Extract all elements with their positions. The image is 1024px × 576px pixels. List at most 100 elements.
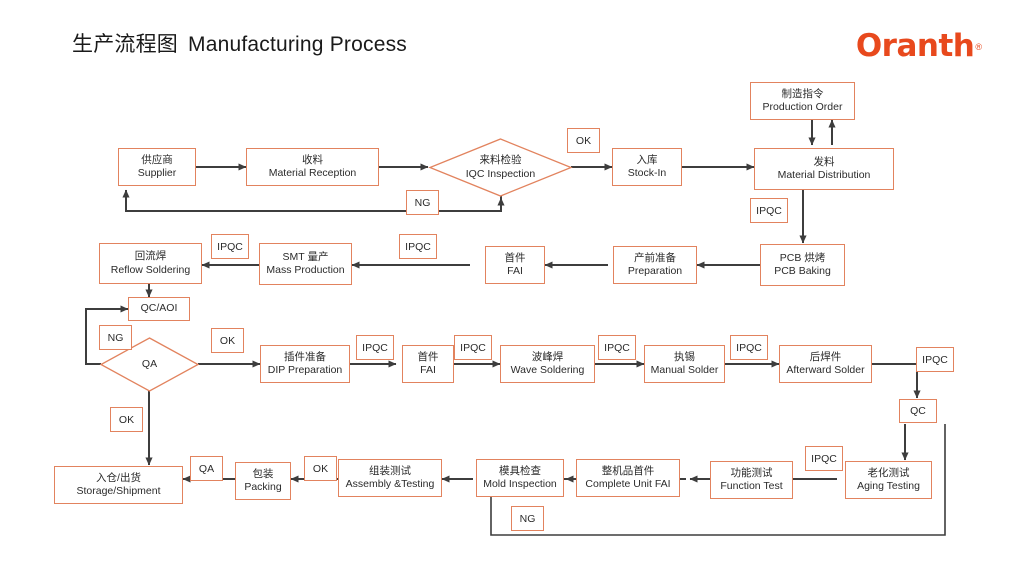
node-reflow-soldering-cn: 回流焊 bbox=[134, 250, 167, 263]
node-assembly-testing-cn: 组装测试 bbox=[369, 464, 411, 477]
node-stock-in[interactable]: 入库 Stock-In bbox=[612, 148, 682, 186]
tag-ng-mold: NG bbox=[511, 506, 544, 531]
page-title-cn: 生产流程图 bbox=[72, 33, 178, 56]
node-stock-in-cn: 入库 bbox=[636, 153, 658, 166]
page-title: 生产流程图 Manufacturing Process bbox=[72, 28, 407, 58]
node-afterward-solder-cn: 后焊件 bbox=[809, 350, 842, 363]
tag-ng-qa-label: NG bbox=[107, 331, 124, 344]
node-material-reception-cn: 收料 bbox=[302, 153, 323, 166]
node-supplier-en: Supplier bbox=[137, 167, 177, 179]
tag-ipqc-reflow-label: IPQC bbox=[217, 240, 243, 253]
node-storage-shipment[interactable]: 入仓/出货 Storage/Shipment bbox=[54, 466, 183, 504]
node-preparation-en: Preparation bbox=[627, 265, 683, 277]
node-material-reception-en: Material Reception bbox=[268, 167, 357, 179]
tag-qa-packing-label: QA bbox=[198, 462, 215, 475]
node-qc-aoi-en: QC/AOI bbox=[140, 302, 178, 315]
node-qc-aoi[interactable]: QC/AOI bbox=[128, 297, 190, 321]
node-mass-production[interactable]: SMT 量产 Mass Production bbox=[259, 243, 352, 285]
node-storage-shipment-cn: 入仓/出货 bbox=[96, 471, 141, 484]
node-manual-solder-en: Manual Solder bbox=[650, 364, 719, 376]
node-complete-unit-fai[interactable]: 整机品首件 Complete Unit FAI bbox=[576, 459, 680, 497]
node-mass-production-cn: SMT 量产 bbox=[282, 250, 329, 263]
node-dip-preparation-cn: 插件准备 bbox=[284, 350, 326, 363]
node-preparation-cn: 产前准备 bbox=[634, 251, 676, 264]
tag-ok-assembly: OK bbox=[304, 456, 337, 481]
node-assembly-testing[interactable]: 组装测试 Assembly &Testing bbox=[338, 459, 442, 497]
node-wave-soldering-en: Wave Soldering bbox=[510, 364, 585, 376]
tag-ipqc-afterward: IPQC bbox=[916, 347, 954, 372]
tag-qc-afterward-label: QC bbox=[910, 405, 926, 417]
tag-ipqc-fai: IPQC bbox=[454, 335, 492, 360]
tag-ok-qa-right-label: OK bbox=[219, 334, 236, 347]
tag-ipqc-dip: IPQC bbox=[356, 335, 394, 360]
tag-ng-iqc-label: NG bbox=[414, 196, 431, 209]
node-manual-solder-cn: 执锡 bbox=[674, 350, 695, 363]
node-aging-testing-cn: 老化测试 bbox=[867, 466, 910, 479]
tag-ok-assembly-label: OK bbox=[312, 462, 329, 475]
node-production-order-en: Production Order bbox=[762, 101, 843, 113]
node-pcb-baking[interactable]: PCB 烘烤 PCB Baking bbox=[760, 244, 845, 286]
registered-trademark-icon: ® bbox=[975, 41, 982, 52]
tag-ok-qa-down-label: OK bbox=[118, 413, 135, 426]
tag-ng-iqc: NG bbox=[406, 190, 439, 215]
node-production-order[interactable]: 制造指令 Production Order bbox=[750, 82, 855, 120]
node-preparation[interactable]: 产前准备 Preparation bbox=[613, 246, 697, 284]
tag-ipqc-wave-label: IPQC bbox=[604, 341, 630, 354]
node-complete-unit-fai-cn: 整机品首件 bbox=[601, 464, 655, 477]
node-mold-inspection[interactable]: 模具检查 Mold Inspection bbox=[476, 459, 564, 497]
node-fai-dip-en: FAI bbox=[420, 364, 436, 376]
node-packing-en: Packing bbox=[244, 481, 282, 493]
node-material-distribution[interactable]: 发料 Material Distribution bbox=[754, 148, 894, 190]
node-fai-smt[interactable]: 首件 FAI bbox=[485, 246, 545, 284]
node-function-test-cn: 功能测试 bbox=[730, 466, 773, 479]
node-function-test[interactable]: 功能测试 Function Test bbox=[710, 461, 793, 499]
tag-ok-iqc: OK bbox=[567, 128, 600, 153]
node-supplier[interactable]: 供应商 Supplier bbox=[118, 148, 196, 186]
node-function-test-en: Function Test bbox=[720, 480, 783, 492]
node-reflow-soldering-en: Reflow Soldering bbox=[110, 263, 191, 276]
node-material-distribution-en: Material Distribution bbox=[777, 169, 871, 181]
node-mold-inspection-en: Mold Inspection bbox=[483, 478, 557, 490]
node-manual-solder[interactable]: 执锡 Manual Solder bbox=[644, 345, 725, 383]
tag-ipqc-distribution-label: IPQC bbox=[756, 204, 782, 217]
tag-ipqc-reflow: IPQC bbox=[211, 234, 249, 259]
node-material-reception[interactable]: 收料 Material Reception bbox=[246, 148, 379, 186]
node-fai-smt-cn: 首件 bbox=[504, 251, 526, 264]
tag-ipqc-distribution: IPQC bbox=[750, 198, 788, 223]
node-packing-cn: 包装 bbox=[252, 467, 274, 480]
node-afterward-solder[interactable]: 后焊件 Afterward Solder bbox=[779, 345, 872, 383]
node-storage-shipment-en: Storage/Shipment bbox=[76, 485, 161, 497]
node-wave-soldering-cn: 波峰焊 bbox=[531, 350, 564, 363]
node-iqc-inspection[interactable]: 来料检验 IQC Inspection bbox=[428, 138, 573, 197]
tag-ipqc-aging-label: IPQC bbox=[811, 452, 837, 465]
tag-ipqc-dip-label: IPQC bbox=[362, 341, 388, 354]
node-mold-inspection-cn: 模具检查 bbox=[499, 464, 541, 477]
node-stock-in-en: Stock-In bbox=[627, 167, 667, 179]
tag-ipqc-afterward-label: IPQC bbox=[922, 353, 948, 366]
tag-ok-iqc-label: OK bbox=[575, 134, 592, 147]
node-packing[interactable]: 包装 Packing bbox=[235, 462, 291, 500]
node-mass-production-en: Mass Production bbox=[266, 264, 345, 276]
node-fai-dip[interactable]: 首件 FAI bbox=[402, 345, 454, 383]
tag-ipqc-smt: IPQC bbox=[399, 234, 437, 259]
tag-ipqc-manual: IPQC bbox=[730, 335, 768, 360]
tag-qa-packing: QA bbox=[190, 456, 223, 481]
node-dip-preparation[interactable]: 插件准备 DIP Preparation bbox=[260, 345, 350, 383]
node-aging-testing-en: Aging Testing bbox=[857, 480, 920, 492]
node-material-distribution-cn: 发料 bbox=[813, 155, 835, 168]
node-afterward-solder-en: Afterward Solder bbox=[786, 364, 865, 376]
brand-logo: Oranth® bbox=[856, 28, 982, 64]
tag-ok-qa-down: OK bbox=[110, 407, 143, 432]
node-assembly-testing-en: Assembly &Testing bbox=[345, 478, 435, 490]
tag-ok-qa-right: OK bbox=[211, 328, 244, 353]
brand-logo-text: Oranth bbox=[855, 28, 975, 64]
node-supplier-cn: 供应商 bbox=[141, 153, 173, 166]
tag-ipqc-aging: IPQC bbox=[805, 446, 843, 471]
tag-ipqc-wave: IPQC bbox=[598, 335, 636, 360]
node-aging-testing[interactable]: 老化测试 Aging Testing bbox=[845, 461, 932, 499]
node-dip-preparation-en: DIP Preparation bbox=[267, 364, 343, 376]
tag-ng-mold-label: NG bbox=[519, 512, 536, 525]
node-reflow-soldering[interactable]: 回流焊 Reflow Soldering bbox=[99, 243, 202, 284]
node-wave-soldering[interactable]: 波峰焊 Wave Soldering bbox=[500, 345, 595, 383]
node-complete-unit-fai-en: Complete Unit FAI bbox=[585, 478, 671, 490]
